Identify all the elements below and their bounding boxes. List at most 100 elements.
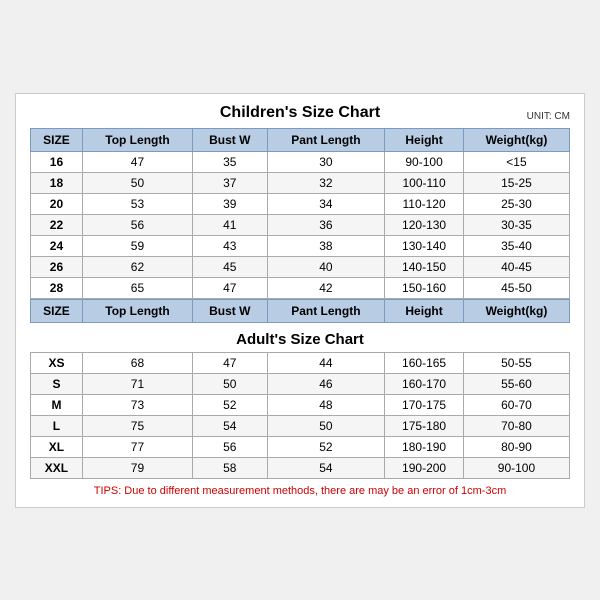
- table-cell: XXL: [31, 457, 83, 478]
- children-col-size: SIZE: [31, 128, 83, 151]
- adult-table: Adult's Size Chart SIZE Top Length Bust …: [30, 299, 570, 479]
- table-cell: 150-160: [385, 277, 464, 298]
- title-row: Children's Size Chart UNIT: CM: [30, 104, 570, 122]
- table-cell: 15-25: [463, 172, 569, 193]
- table-cell: 54: [193, 415, 268, 436]
- children-table: SIZE Top Length Bust W Pant Length Heigh…: [30, 128, 570, 299]
- table-cell: 140-150: [385, 256, 464, 277]
- adult-col-weight: Weight(kg): [463, 299, 569, 322]
- table-cell: XS: [31, 352, 83, 373]
- table-row: XXL795854190-20090-100: [31, 457, 570, 478]
- tips-row: TIPS: Due to different measurement metho…: [30, 485, 570, 497]
- table-cell: 79: [82, 457, 192, 478]
- table-cell: 175-180: [385, 415, 464, 436]
- table-row: 22564136120-13030-35: [31, 214, 570, 235]
- table-cell: 18: [31, 172, 83, 193]
- table-row: 1647353090-100<15: [31, 151, 570, 172]
- table-cell: <15: [463, 151, 569, 172]
- table-cell: 42: [267, 277, 385, 298]
- children-col-bustw: Bust W: [193, 128, 268, 151]
- children-header-row: SIZE Top Length Bust W Pant Length Heigh…: [31, 128, 570, 151]
- table-cell: 47: [193, 352, 268, 373]
- table-row: 18503732100-11015-25: [31, 172, 570, 193]
- children-col-pantlength: Pant Length: [267, 128, 385, 151]
- table-cell: 52: [193, 394, 268, 415]
- tips-text: TIPS: Due to different measurement metho…: [94, 485, 506, 497]
- table-cell: 34: [267, 193, 385, 214]
- table-cell: 58: [193, 457, 268, 478]
- table-cell: 110-120: [385, 193, 464, 214]
- table-cell: 40-45: [463, 256, 569, 277]
- table-cell: 39: [193, 193, 268, 214]
- table-cell: 56: [82, 214, 192, 235]
- table-cell: 41: [193, 214, 268, 235]
- table-cell: 90-100: [463, 457, 569, 478]
- table-cell: XL: [31, 436, 83, 457]
- table-cell: 50: [82, 172, 192, 193]
- adult-col-bustw: Bust W: [193, 299, 268, 322]
- adult-title-row: Adult's Size Chart: [31, 322, 570, 352]
- table-cell: 25-30: [463, 193, 569, 214]
- table-cell: 24: [31, 235, 83, 256]
- table-cell: 45: [193, 256, 268, 277]
- table-cell: 30-35: [463, 214, 569, 235]
- table-cell: 56: [193, 436, 268, 457]
- table-cell: 53: [82, 193, 192, 214]
- table-cell: 120-130: [385, 214, 464, 235]
- table-cell: 54: [267, 457, 385, 478]
- table-cell: 80-90: [463, 436, 569, 457]
- table-cell: 52: [267, 436, 385, 457]
- table-cell: 43: [193, 235, 268, 256]
- table-cell: 60-70: [463, 394, 569, 415]
- table-cell: 48: [267, 394, 385, 415]
- table-cell: 90-100: [385, 151, 464, 172]
- table-cell: 47: [193, 277, 268, 298]
- table-cell: 45-50: [463, 277, 569, 298]
- children-col-toplength: Top Length: [82, 128, 192, 151]
- table-cell: 190-200: [385, 457, 464, 478]
- table-cell: 77: [82, 436, 192, 457]
- table-cell: 75: [82, 415, 192, 436]
- children-col-height: Height: [385, 128, 464, 151]
- table-cell: 36: [267, 214, 385, 235]
- table-cell: 50: [193, 373, 268, 394]
- unit-label: UNIT: CM: [527, 111, 570, 122]
- table-row: 28654742150-16045-50: [31, 277, 570, 298]
- table-cell: 180-190: [385, 436, 464, 457]
- table-cell: 62: [82, 256, 192, 277]
- table-cell: M: [31, 394, 83, 415]
- table-cell: 16: [31, 151, 83, 172]
- table-cell: 26: [31, 256, 83, 277]
- table-cell: 20: [31, 193, 83, 214]
- table-row: 24594338130-14035-40: [31, 235, 570, 256]
- table-row: S715046160-17055-60: [31, 373, 570, 394]
- table-cell: 65: [82, 277, 192, 298]
- table-cell: 50-55: [463, 352, 569, 373]
- table-cell: 68: [82, 352, 192, 373]
- table-cell: 32: [267, 172, 385, 193]
- table-cell: 40: [267, 256, 385, 277]
- table-cell: L: [31, 415, 83, 436]
- table-cell: S: [31, 373, 83, 394]
- table-cell: 30: [267, 151, 385, 172]
- table-cell: 50: [267, 415, 385, 436]
- table-cell: 35: [193, 151, 268, 172]
- table-row: 20533934110-12025-30: [31, 193, 570, 214]
- chart-container: Children's Size Chart UNIT: CM SIZE Top …: [15, 93, 585, 508]
- table-cell: 46: [267, 373, 385, 394]
- adult-header-row: SIZE Top Length Bust W Pant Length Heigh…: [31, 299, 570, 322]
- table-cell: 160-165: [385, 352, 464, 373]
- table-cell: 73: [82, 394, 192, 415]
- table-row: M735248170-17560-70: [31, 394, 570, 415]
- table-cell: 130-140: [385, 235, 464, 256]
- table-row: L755450175-18070-80: [31, 415, 570, 436]
- adult-col-size: SIZE: [31, 299, 83, 322]
- adult-col-toplength: Top Length: [82, 299, 192, 322]
- table-cell: 59: [82, 235, 192, 256]
- table-cell: 37: [193, 172, 268, 193]
- table-cell: 71: [82, 373, 192, 394]
- table-row: 26624540140-15040-45: [31, 256, 570, 277]
- children-col-weight: Weight(kg): [463, 128, 569, 151]
- main-title: Children's Size Chart: [220, 104, 380, 122]
- table-row: XL775652180-19080-90: [31, 436, 570, 457]
